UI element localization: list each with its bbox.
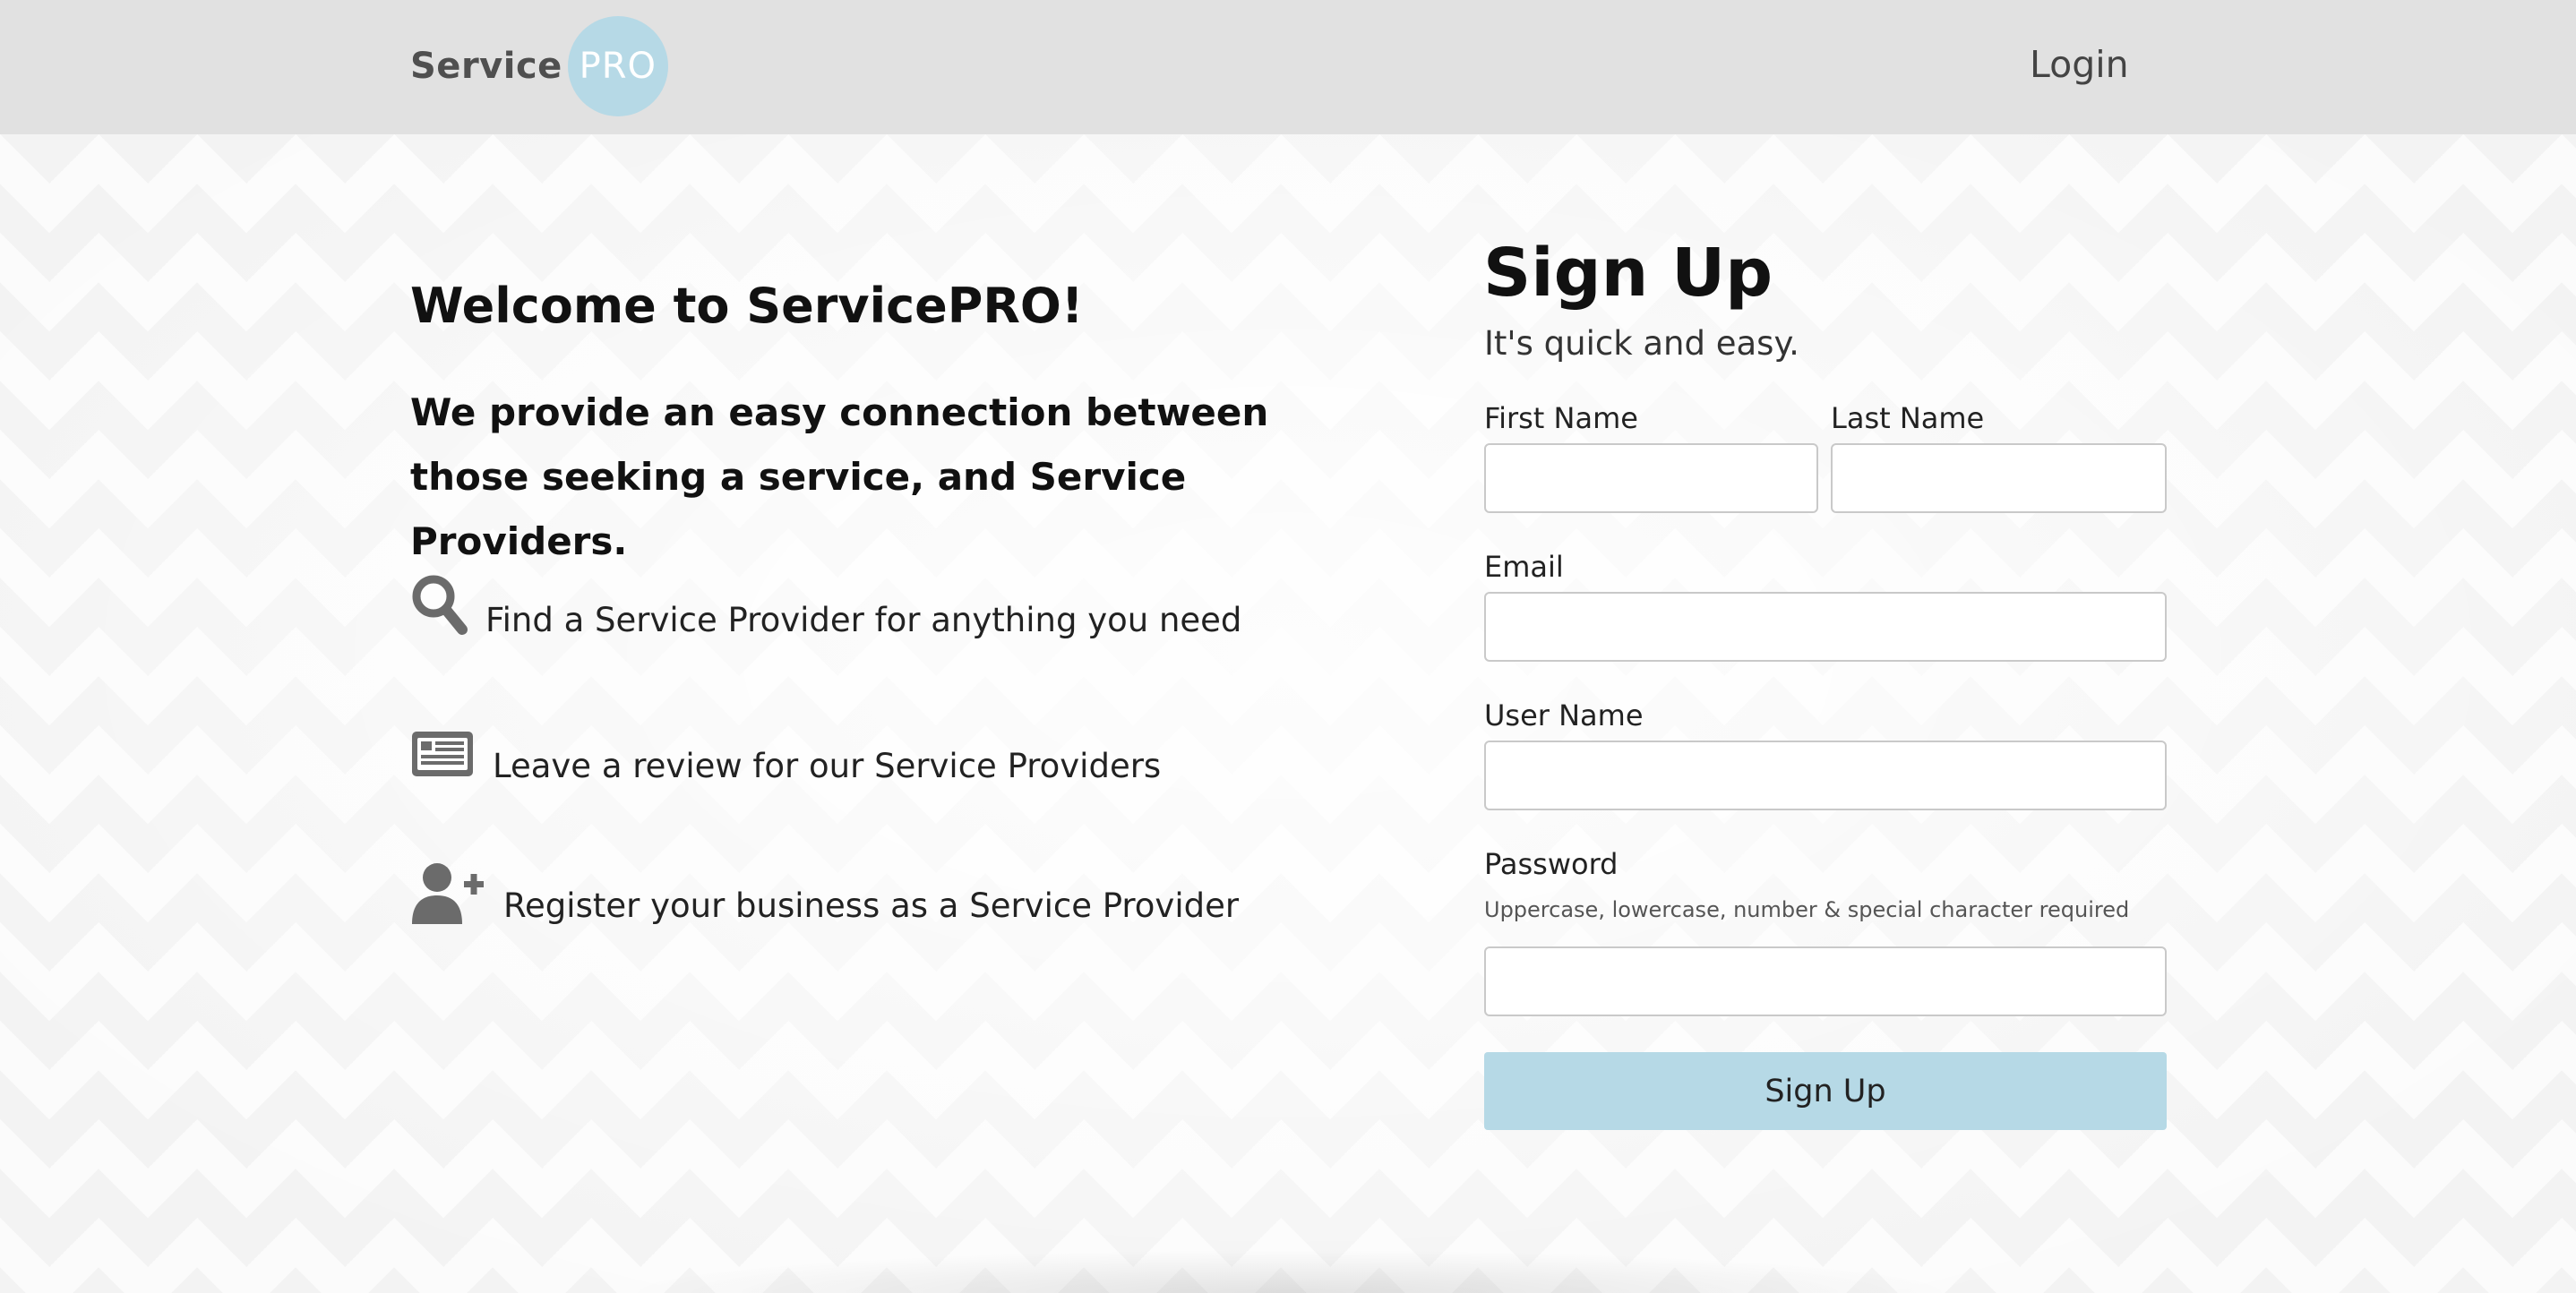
logo-pro-badge: PRO [567, 16, 668, 116]
feature-find-provider-text: Find a Service Provider for anything you… [485, 600, 1242, 639]
username-field[interactable] [1484, 741, 2167, 810]
feature-register-business-text: Register your business as a Service Prov… [503, 886, 1240, 925]
password-requirements-hint: Uppercase, lowercase, number & special c… [1484, 897, 2130, 922]
newspaper-icon [410, 730, 475, 782]
search-icon [410, 573, 469, 643]
password-field[interactable] [1484, 946, 2167, 1016]
feature-leave-review: Leave a review for our Service Providers [410, 725, 1161, 785]
signup-heading: Sign Up [1483, 235, 1773, 312]
bottom-shadow [618, 1249, 1962, 1293]
first-name-label: First Name [1484, 401, 1638, 435]
feature-leave-review-text: Leave a review for our Service Providers [493, 747, 1162, 785]
username-label: User Name [1484, 698, 1644, 732]
password-label: Password [1484, 847, 1619, 881]
email-field[interactable] [1484, 592, 2167, 662]
feature-register-business: Register your business as a Service Prov… [410, 861, 1239, 929]
signup-subtitle: It's quick and easy. [1484, 324, 1799, 363]
welcome-heading: Welcome to ServicePRO! [410, 278, 1084, 334]
signup-button[interactable]: Sign Up [1484, 1052, 2167, 1130]
user-plus-icon [410, 861, 485, 929]
logo-pro-text: PRO [579, 46, 657, 87]
logo-service-text: Service [410, 46, 562, 87]
feature-find-provider: Find a Service Provider for anything you… [410, 573, 1241, 643]
background-fade [0, 134, 2576, 1293]
brand-logo[interactable]: Service PRO [410, 16, 668, 116]
first-name-field[interactable] [1484, 443, 1818, 513]
tagline: We provide an easy connection between th… [410, 390, 1269, 563]
last-name-label: Last Name [1831, 401, 1985, 435]
login-link[interactable]: Login [2030, 43, 2129, 86]
top-navbar: Service PRO Login [0, 0, 2576, 134]
last-name-field[interactable] [1831, 443, 2167, 513]
email-label: Email [1484, 550, 1564, 584]
